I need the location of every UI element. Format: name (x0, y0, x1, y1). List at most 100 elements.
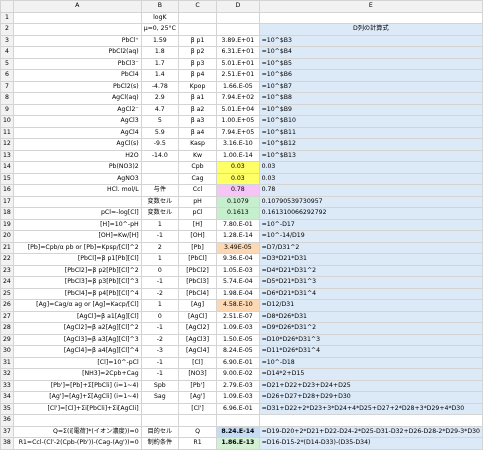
cell-e[interactable]: 0.161310066292792 (258, 207, 483, 220)
cell-d[interactable]: 1.05.E-03 (216, 264, 260, 277)
cell-b[interactable] (140, 161, 179, 174)
cell-c[interactable]: Ccl (177, 184, 218, 197)
cell-c[interactable]: β a3 (177, 115, 218, 128)
cell-e[interactable]: =10^$B9 (258, 103, 483, 116)
cell-b[interactable]: -1 (140, 276, 179, 289)
cell-a[interactable]: AgCl(aq) (12, 92, 142, 105)
cell-d[interactable]: 0.1613 (216, 207, 260, 220)
cell-a[interactable]: [PbCl]=β p1[Pb][Cl] (12, 253, 142, 266)
cell-b[interactable]: 4.7 (140, 103, 179, 116)
cell-e[interactable] (258, 11, 483, 24)
cell-b[interactable]: -2 (140, 287, 179, 300)
row-header[interactable]: 29 (0, 333, 14, 346)
cell-a[interactable]: [Pb']=[Pb]+Σ[PbCli] (i=1~4) (12, 379, 142, 392)
cell-e[interactable]: =10^-14/D19 (258, 230, 483, 243)
cell-e[interactable]: 0.03 (258, 161, 483, 174)
cell-d[interactable]: 8.24.E-05 (216, 345, 260, 358)
cell-e[interactable]: =10^$B11 (258, 126, 483, 139)
cell-c[interactable]: [NO3] (177, 368, 218, 381)
cell-a[interactable]: H2O (12, 149, 142, 162)
cell-d[interactable]: 1.50.E-05 (216, 333, 260, 346)
cell-d[interactable]: 3.89.E+01 (216, 34, 260, 47)
row-header[interactable]: 38 (0, 437, 14, 450)
cell-e[interactable]: =D11*D26*D31^4 (258, 345, 483, 358)
cell-a[interactable]: PbCl2(s) (12, 80, 142, 93)
cell-c[interactable]: β p3 (177, 57, 218, 70)
cell-d[interactable]: 0.1079 (216, 195, 260, 208)
row-header[interactable]: 31 (0, 356, 14, 369)
cell-a[interactable]: [AgCl3]=β a3[Ag][Cl]^3 (12, 333, 142, 346)
cell-b[interactable]: logK (140, 11, 179, 24)
cell-e[interactable]: 0.78 (258, 184, 483, 197)
cell-b[interactable]: 2 (140, 241, 179, 254)
cell-e[interactable]: =D26+D27+D28+D29+D30 (258, 391, 483, 404)
cell-a[interactable]: AgCl3 (12, 115, 142, 128)
cell-c[interactable]: [Cl] (177, 356, 218, 369)
row-header[interactable]: 30 (0, 345, 14, 358)
cell-d[interactable]: 0.03 (216, 161, 260, 174)
cell-b[interactable]: -1 (140, 356, 179, 369)
cell-a[interactable]: [NH3]=2Cpb+Cag (12, 368, 142, 381)
row-header[interactable]: 7 (0, 80, 14, 93)
cell-a[interactable]: AgCl4 (12, 126, 142, 139)
cell-b[interactable]: 変数セル (140, 195, 179, 208)
cell-e[interactable]: =10^$B4 (258, 46, 483, 59)
cell-c[interactable] (177, 414, 218, 427)
row-header[interactable]: 13 (0, 149, 14, 162)
cell-c[interactable]: β a1 (177, 92, 218, 105)
cell-e[interactable]: 0.03 (258, 172, 483, 185)
cell-b[interactable]: -4.78 (140, 80, 179, 93)
cell-a[interactable]: [AgCl4]=β a4[Ag][Cl]^4 (12, 345, 142, 358)
row-header[interactable]: 26 (0, 299, 14, 312)
cell-c[interactable]: β a4 (177, 126, 218, 139)
cell-c[interactable]: Kpop (177, 80, 218, 93)
row-header[interactable]: 24 (0, 276, 14, 289)
cell-d[interactable]: 5.01.E+01 (216, 57, 260, 70)
cell-e[interactable]: =10^-D18 (258, 356, 483, 369)
row-header[interactable]: 19 (0, 218, 14, 231)
row-header[interactable]: 3 (0, 34, 14, 47)
cell-d[interactable]: 6.96.E-01 (216, 402, 260, 415)
cell-e[interactable]: =D31+D22+2*D23+3*D24+4*D25+D27+2*D28+3*D… (258, 402, 483, 415)
cell-b[interactable]: 1.8 (140, 46, 179, 59)
cell-d[interactable]: 1.00.E-14 (216, 149, 260, 162)
cell-c[interactable]: [AgCl] (177, 310, 218, 323)
cell-a[interactable] (12, 11, 142, 24)
cell-b[interactable]: -3 (140, 345, 179, 358)
cell-d[interactable]: 7.94.E+05 (216, 126, 260, 139)
cell-e[interactable]: =10^$B10 (258, 115, 483, 128)
cell-c[interactable]: β a2 (177, 103, 218, 116)
cell-a[interactable]: PbCl3⁻ (12, 57, 142, 70)
cell-c[interactable]: [PbCl] (177, 253, 218, 266)
cell-d[interactable]: 1.66.E-05 (216, 80, 260, 93)
cell-a[interactable]: [AgCl]=β a1[Ag][Cl] (12, 310, 142, 323)
cell-e[interactable]: D列の計算式 (258, 23, 483, 36)
cell-d[interactable]: 1.98.E-04 (216, 287, 260, 300)
cell-c[interactable]: Kw (177, 149, 218, 162)
column-header-d[interactable]: D (216, 0, 260, 13)
cell-a[interactable] (12, 414, 142, 427)
cell-d[interactable]: 9.36.E-04 (216, 253, 260, 266)
cell-d[interactable]: 7.80.E-01 (216, 218, 260, 231)
cell-e[interactable]: =10^$B6 (258, 69, 483, 82)
cell-b[interactable]: Sag (140, 391, 179, 404)
cell-a[interactable]: [PbCl3]=β p3[Pb][Cl]^3 (12, 276, 142, 289)
cell-d[interactable] (216, 11, 260, 24)
cell-c[interactable]: [Ag'] (177, 391, 218, 404)
cell-d[interactable]: 5.74.E-04 (216, 276, 260, 289)
cell-c[interactable]: [Pb'] (177, 379, 218, 392)
cell-c[interactable]: [Cl'] (177, 402, 218, 415)
cell-e[interactable]: =D8*D26*D31 (258, 310, 483, 323)
cell-b[interactable]: Spb (140, 379, 179, 392)
cell-e[interactable]: =D19-D20+2*D21+D22-D24-2*D25-D31-D32+D26… (258, 425, 483, 438)
cell-c[interactable]: β p2 (177, 46, 218, 59)
cell-a[interactable]: R1=Ccl-(Cl'-2(Cpb-(Pb'))-(Cag-(Ag'))=0 (12, 437, 142, 450)
cell-b[interactable]: 5 (140, 115, 179, 128)
cell-b[interactable]: 1.59 (140, 34, 179, 47)
cell-d[interactable]: 6.90.E-01 (216, 356, 260, 369)
cell-a[interactable] (12, 195, 142, 208)
cell-a[interactable]: PbCl4 (12, 69, 142, 82)
cell-b[interactable] (140, 414, 179, 427)
cell-b[interactable]: 1.4 (140, 69, 179, 82)
cell-d[interactable]: 8.24.E-14 (216, 425, 260, 438)
